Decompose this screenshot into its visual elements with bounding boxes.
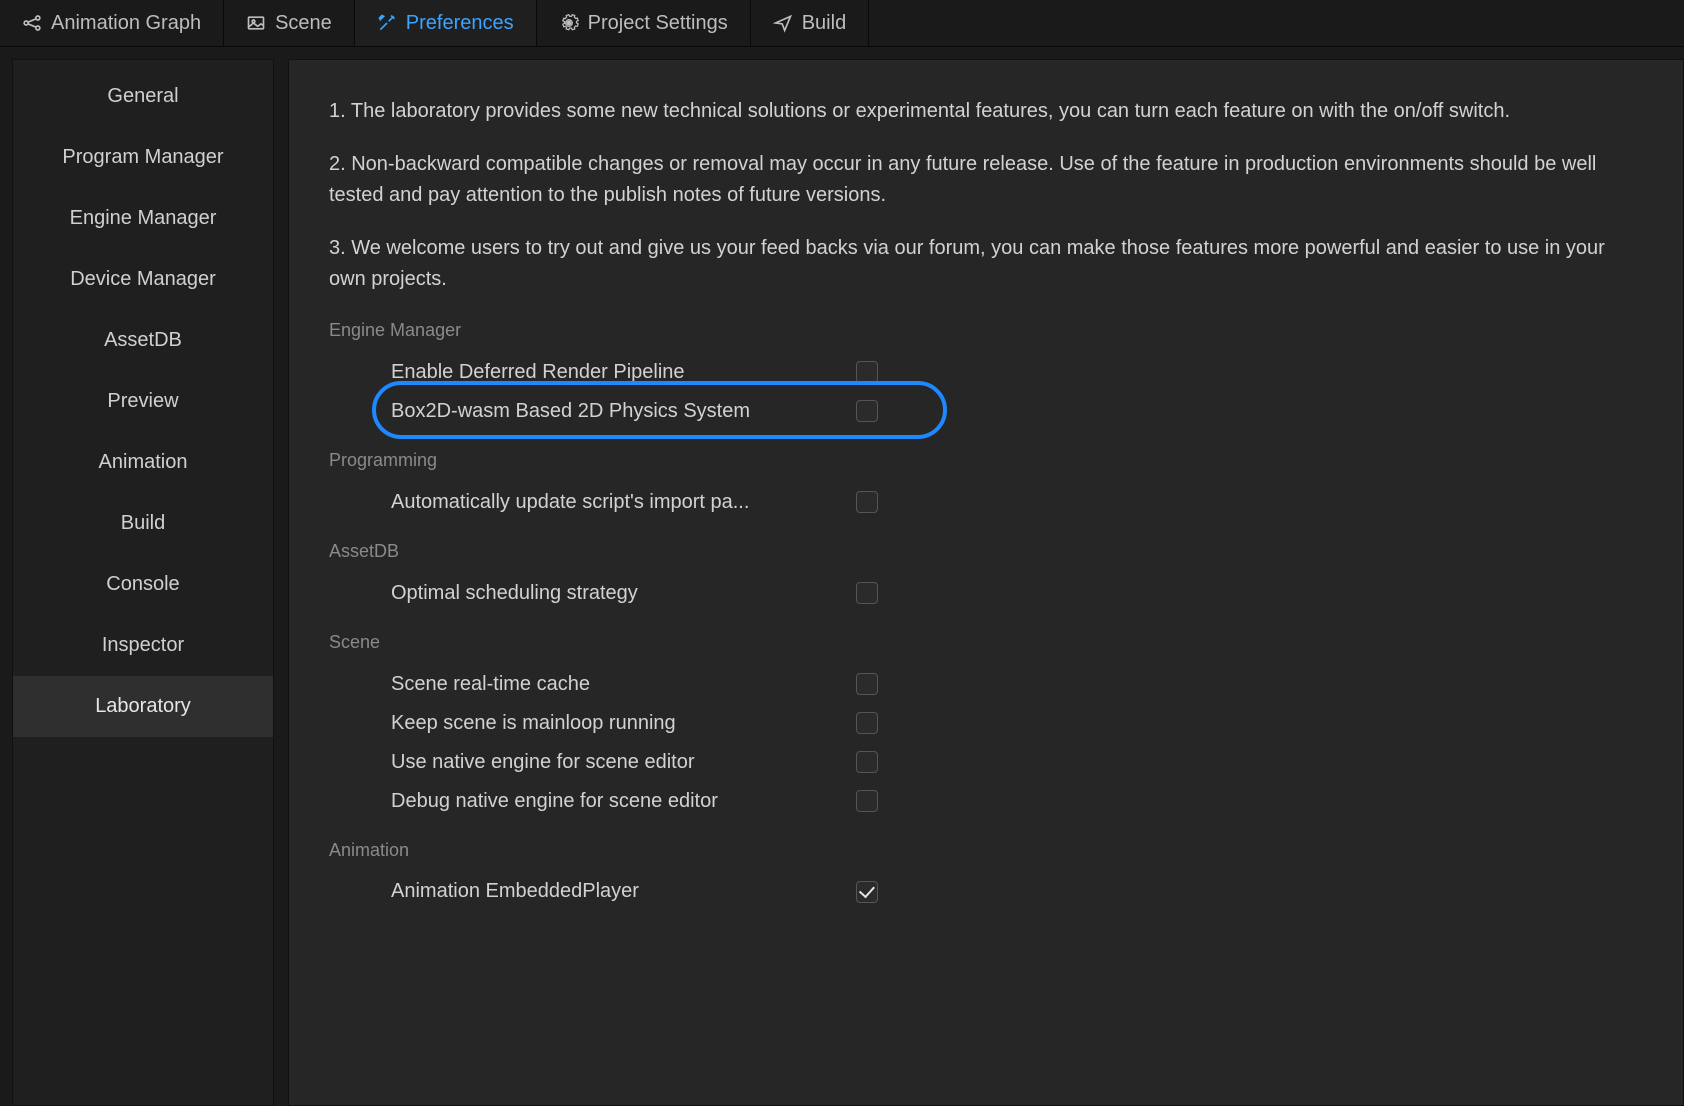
- setting-label: Automatically update script's import pa.…: [391, 487, 856, 518]
- sidebar-item-label: Animation: [99, 451, 188, 474]
- setting-row-mainloop-running: Keep scene is mainloop running: [329, 704, 1635, 743]
- checkbox-box2d-wasm[interactable]: [856, 400, 878, 422]
- setting-row-optimal-scheduling: Optimal scheduling strategy: [329, 574, 1635, 613]
- sidebar-item-program-manager[interactable]: Program Manager: [13, 127, 273, 188]
- setting-row-box2d-wasm: Box2D-wasm Based 2D Physics System: [329, 392, 1635, 431]
- section-header-assetdb: AssetDB: [329, 538, 1635, 566]
- tab-animation-graph[interactable]: Animation Graph: [0, 0, 224, 46]
- setting-row-auto-update-import: Automatically update script's import pa.…: [329, 483, 1635, 522]
- sidebar-item-general[interactable]: General: [13, 66, 273, 127]
- setting-label: Use native engine for scene editor: [391, 747, 856, 778]
- section-header-programming: Programming: [329, 447, 1635, 475]
- send-icon: [773, 13, 793, 33]
- tab-label: Animation Graph: [51, 12, 201, 35]
- sidebar-item-label: Console: [106, 573, 179, 596]
- setting-row-debug-native: Debug native engine for scene editor: [329, 782, 1635, 821]
- sidebar-item-build[interactable]: Build: [13, 493, 273, 554]
- intro-paragraph: 2. Non-backward compatible changes or re…: [329, 149, 1635, 211]
- tab-scene[interactable]: Scene: [224, 0, 355, 46]
- setting-label: Scene real-time cache: [391, 669, 856, 700]
- sidebar-item-label: Device Manager: [70, 268, 216, 291]
- checkbox-optimal-scheduling[interactable]: [856, 582, 878, 604]
- sidebar-item-animation[interactable]: Animation: [13, 432, 273, 493]
- setting-label: Debug native engine for scene editor: [391, 786, 856, 817]
- checkbox-deferred-pipeline[interactable]: [856, 361, 878, 383]
- sidebar-item-label: General: [107, 85, 178, 108]
- setting-row-embedded-player: Animation EmbeddedPlayer: [329, 872, 1635, 911]
- setting-label: Optimal scheduling strategy: [391, 578, 856, 609]
- sidebar-item-label: Laboratory: [95, 695, 191, 718]
- sidebar-item-label: Preview: [107, 390, 178, 413]
- checkbox-native-engine[interactable]: [856, 751, 878, 773]
- setting-label: Keep scene is mainloop running: [391, 708, 856, 739]
- tab-build[interactable]: Build: [751, 0, 869, 46]
- sidebar-item-laboratory[interactable]: Laboratory: [13, 676, 273, 737]
- gear-icon: [559, 13, 579, 33]
- section-header-engine-manager: Engine Manager: [329, 317, 1635, 345]
- checkbox-scene-cache[interactable]: [856, 673, 878, 695]
- section-header-scene: Scene: [329, 629, 1635, 657]
- checkbox-auto-update-import[interactable]: [856, 491, 878, 513]
- sidebar-item-console[interactable]: Console: [13, 554, 273, 615]
- tab-label: Preferences: [406, 12, 514, 35]
- tab-label: Build: [802, 12, 846, 35]
- setting-label: Enable Deferred Render Pipeline: [391, 357, 856, 388]
- tab-project-settings[interactable]: Project Settings: [537, 0, 751, 46]
- setting-label: Animation EmbeddedPlayer: [391, 876, 856, 907]
- sidebar-item-engine-manager[interactable]: Engine Manager: [13, 188, 273, 249]
- checkbox-mainloop-running[interactable]: [856, 712, 878, 734]
- tab-preferences[interactable]: Preferences: [355, 0, 537, 46]
- image-icon: [246, 13, 266, 33]
- sidebar-item-label: Build: [121, 512, 165, 535]
- tab-label: Scene: [275, 12, 332, 35]
- setting-row-scene-cache: Scene real-time cache: [329, 665, 1635, 704]
- intro-text: 1. The laboratory provides some new tech…: [329, 96, 1635, 295]
- sidebar-item-label: Inspector: [102, 634, 184, 657]
- tab-label: Project Settings: [588, 12, 728, 35]
- sidebar-item-label: AssetDB: [104, 329, 182, 352]
- sidebar-item-inspector[interactable]: Inspector: [13, 615, 273, 676]
- graph-icon: [22, 13, 42, 33]
- body-area: General Program Manager Engine Manager D…: [0, 47, 1684, 1106]
- intro-paragraph: 3. We welcome users to try out and give …: [329, 233, 1635, 295]
- intro-paragraph: 1. The laboratory provides some new tech…: [329, 96, 1635, 127]
- sidebar-item-device-manager[interactable]: Device Manager: [13, 249, 273, 310]
- sidebar-item-preview[interactable]: Preview: [13, 371, 273, 432]
- preferences-sidebar: General Program Manager Engine Manager D…: [12, 59, 274, 1106]
- top-tab-bar: Animation Graph Scene Preferences Projec…: [0, 0, 1684, 47]
- sidebar-item-assetdb[interactable]: AssetDB: [13, 310, 273, 371]
- sidebar-item-label: Engine Manager: [70, 207, 217, 230]
- setting-row-deferred-pipeline: Enable Deferred Render Pipeline: [329, 353, 1635, 392]
- checkbox-embedded-player[interactable]: [856, 881, 878, 903]
- settings-sections: Engine Manager Enable Deferred Render Pip…: [329, 317, 1635, 911]
- tools-icon: [377, 13, 397, 33]
- checkbox-debug-native[interactable]: [856, 790, 878, 812]
- setting-label: Box2D-wasm Based 2D Physics System: [391, 396, 856, 427]
- laboratory-panel: 1. The laboratory provides some new tech…: [288, 59, 1684, 1106]
- section-header-animation: Animation: [329, 837, 1635, 865]
- sidebar-item-label: Program Manager: [62, 146, 223, 169]
- setting-row-native-engine: Use native engine for scene editor: [329, 743, 1635, 782]
